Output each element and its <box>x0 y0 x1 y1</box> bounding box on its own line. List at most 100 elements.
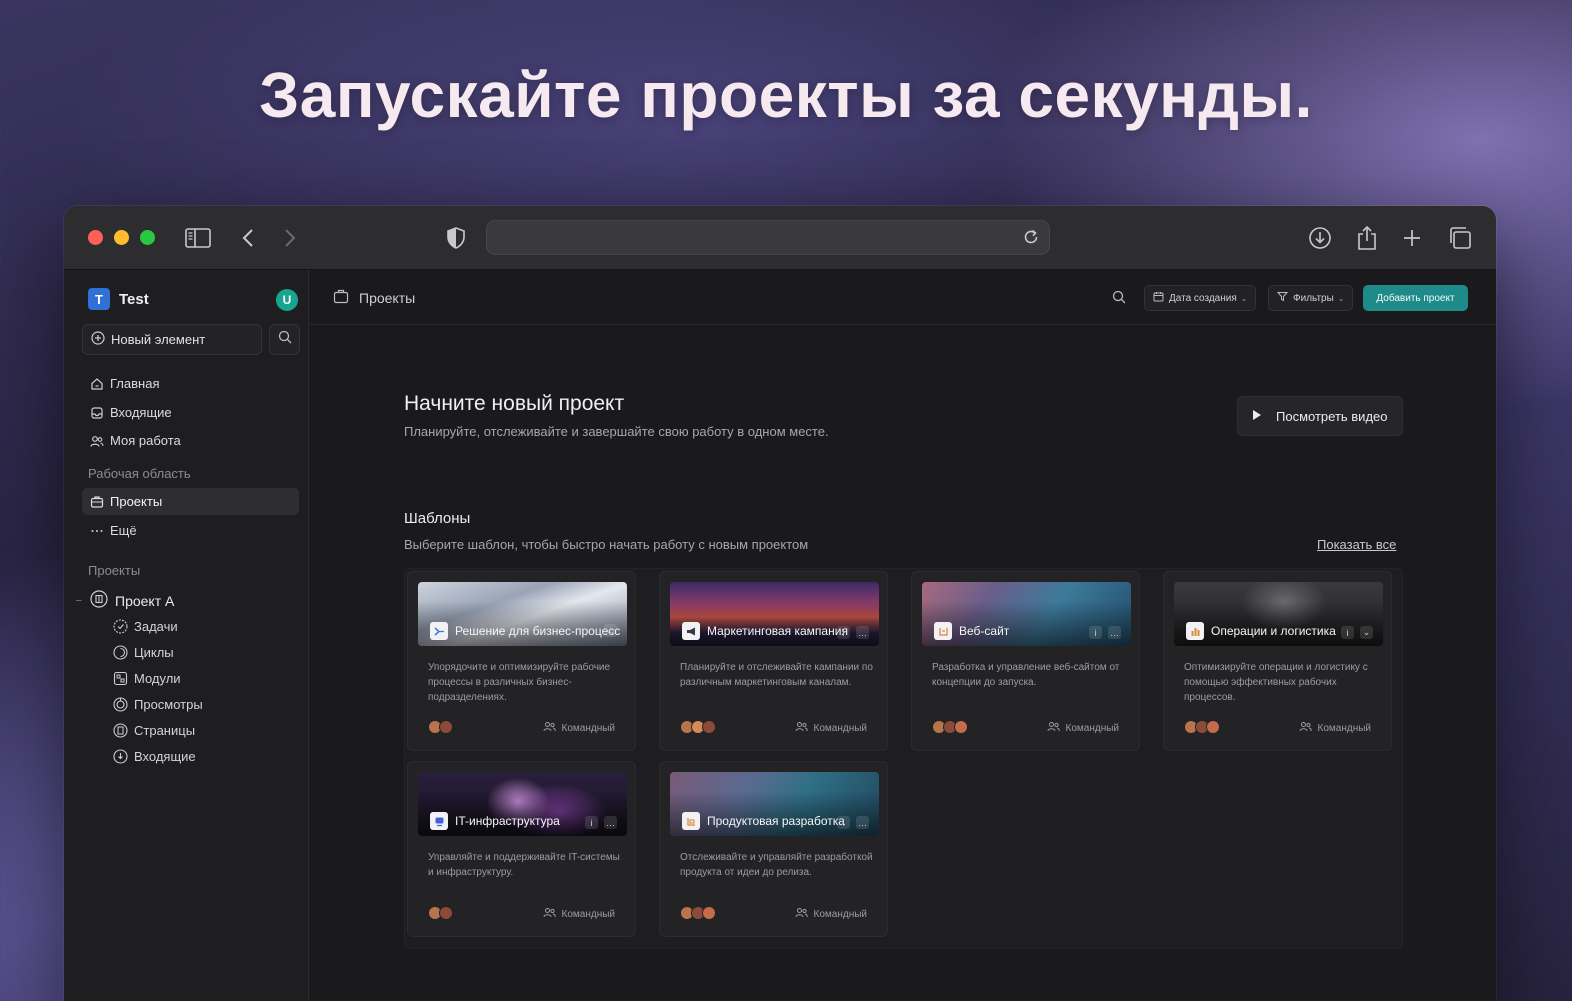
sidebar-item-projects[interactable]: Проекты <box>82 488 299 515</box>
project-icon <box>90 590 108 611</box>
template-card-marketing-campaign[interactable]: Маркетинговая кампания i… Планируйте и о… <box>659 571 888 751</box>
new-item-button[interactable]: Новый элемент <box>82 324 262 355</box>
sidebar-item-my-work[interactable]: Моя работа <box>82 427 299 454</box>
arrow-right-icon[interactable]: → <box>604 624 617 637</box>
briefcase-icon <box>90 495 104 509</box>
chevron-down-icon: ⌄ <box>1240 293 1248 303</box>
inbox-icon <box>90 406 104 420</box>
process-icon <box>430 622 448 640</box>
breadcrumb[interactable]: Проекты <box>333 289 415 307</box>
template-card-business-process[interactable]: Решение для бизнес-процесс → Упорядочите… <box>407 571 636 751</box>
info-icon[interactable]: i <box>1089 626 1102 639</box>
downloads-icon[interactable] <box>1306 224 1334 252</box>
more-icon[interactable]: … <box>1108 626 1121 639</box>
project-a-item[interactable]: – Проект A <box>76 590 174 611</box>
sidebar-item-modules[interactable]: Модули <box>112 667 181 689</box>
sidebar-item-cycles[interactable]: Циклы <box>112 641 174 663</box>
workspace-section-label: Рабочая область <box>88 466 191 481</box>
show-all-link[interactable]: Показать все <box>1317 537 1396 552</box>
workspace-switcher[interactable]: T Test <box>88 288 149 310</box>
template-card-product-development[interactable]: Продуктовая разработка i… Отслеживайте и… <box>659 761 888 937</box>
filter-icon <box>1276 291 1289 305</box>
hero-subtitle: Планируйте, отслеживайте и завершайте св… <box>404 424 829 439</box>
sidebar-item-label: Страницы <box>134 722 196 738</box>
sidebar-toggle-icon[interactable] <box>184 224 212 252</box>
member-avatars <box>428 720 453 734</box>
team-label: Командный <box>561 722 615 734</box>
watch-video-button[interactable]: Посмотреть видео <box>1237 396 1403 436</box>
sidebar-item-tasks[interactable]: Задачи <box>112 615 178 637</box>
sidebar-search-button[interactable] <box>269 324 300 355</box>
sidebar-item-project-inbox[interactable]: Входящие <box>112 745 196 767</box>
sidebar-item-label: Входящие <box>134 748 196 764</box>
share-icon[interactable] <box>1353 224 1381 252</box>
team-icon <box>795 907 808 921</box>
sidebar-item-inbox[interactable]: Входящие <box>82 399 299 426</box>
cycles-icon <box>112 644 128 660</box>
sidebar-item-label: Задачи <box>134 618 178 634</box>
template-name: Решение для бизнес-процесс <box>455 624 621 638</box>
calendar-icon <box>1153 291 1164 305</box>
info-icon[interactable]: i <box>1341 626 1354 639</box>
template-description: Планируйте и отслеживайте кампании по ра… <box>680 662 873 688</box>
chevron-down-icon: ⌄ <box>1337 293 1345 303</box>
template-actions[interactable]: → <box>604 624 617 637</box>
template-card-it-infrastructure[interactable]: IT-инфраструктура i… Управляйте и поддер… <box>407 761 636 937</box>
team-badge: Командный <box>1299 721 1371 735</box>
play-icon <box>1252 409 1262 424</box>
reload-icon[interactable] <box>1021 227 1041 252</box>
template-description: Отслеживайте и управляйте разработкой пр… <box>680 852 873 878</box>
sidebar-item-views[interactable]: Просмотры <box>112 693 203 715</box>
zoom-window-button[interactable] <box>140 230 155 245</box>
template-card-website[interactable]: Веб-сайт i… Разработка и управление веб-… <box>911 571 1140 751</box>
close-window-button[interactable] <box>88 230 103 245</box>
sidebar-item-label: Главная <box>110 376 160 391</box>
sidebar-item-home[interactable]: Главная <box>82 370 299 397</box>
privacy-shield-icon[interactable] <box>442 224 470 252</box>
add-project-button[interactable]: Добавить проект <box>1363 285 1468 311</box>
collapse-icon[interactable]: – <box>76 595 86 606</box>
template-card-operations-logistics[interactable]: Операции и логистика i ⌄ Оптимизируйте оп… <box>1163 571 1392 751</box>
more-icon[interactable]: … <box>604 816 617 829</box>
info-icon[interactable]: i <box>585 816 598 829</box>
member-avatars <box>680 906 716 920</box>
new-item-label: Новый элемент <box>111 332 206 347</box>
template-description: Оптимизируйте операции и логистику с пом… <box>1184 662 1368 703</box>
team-badge: Командный <box>1047 721 1119 735</box>
info-icon[interactable]: i <box>837 626 850 639</box>
member-avatars <box>680 720 716 734</box>
sidebar-item-pages[interactable]: Страницы <box>112 719 195 741</box>
chevron-down-icon[interactable]: ⌄ <box>1360 626 1373 639</box>
workspace-logo: T <box>88 288 110 310</box>
team-icon <box>1299 721 1312 735</box>
header-search-icon[interactable] <box>1112 290 1126 309</box>
sort-by-date-button[interactable]: Дата создания ⌄ <box>1144 285 1257 311</box>
template-actions[interactable]: i… <box>837 626 869 639</box>
team-badge: Командный <box>543 721 615 735</box>
more-icon[interactable]: … <box>856 626 869 639</box>
back-icon[interactable] <box>234 224 262 252</box>
member-avatars <box>1184 720 1220 734</box>
new-tab-icon[interactable] <box>1398 224 1426 252</box>
user-avatar[interactable]: U <box>276 289 298 311</box>
template-actions[interactable]: i ⌄ <box>1341 626 1373 639</box>
sidebar-item-label: Просмотры <box>134 696 203 712</box>
more-icon[interactable]: … <box>856 816 869 829</box>
minimize-window-button[interactable] <box>114 230 129 245</box>
team-label: Командный <box>813 722 867 734</box>
template-actions[interactable]: i… <box>837 816 869 829</box>
template-actions[interactable]: i… <box>1089 626 1121 639</box>
sidebar-item-label: Проекты <box>110 494 163 509</box>
template-name-row: Решение для бизнес-процесс <box>430 622 620 640</box>
team-label: Командный <box>561 908 615 920</box>
address-bar[interactable] <box>486 220 1050 255</box>
template-actions[interactable]: i… <box>585 816 617 829</box>
info-icon[interactable]: i <box>837 816 850 829</box>
tab-overview-icon[interactable] <box>1446 224 1474 252</box>
templates-subtitle: Выберите шаблон, чтобы быстро начать раб… <box>404 537 809 552</box>
sidebar-item-more[interactable]: Ещё <box>82 517 299 544</box>
users-icon <box>90 434 104 448</box>
forward-icon[interactable] <box>276 224 304 252</box>
template-description: Разработка и управление веб-сайтом от ко… <box>932 662 1120 688</box>
filters-button[interactable]: Фильтры ⌄ <box>1268 285 1354 311</box>
